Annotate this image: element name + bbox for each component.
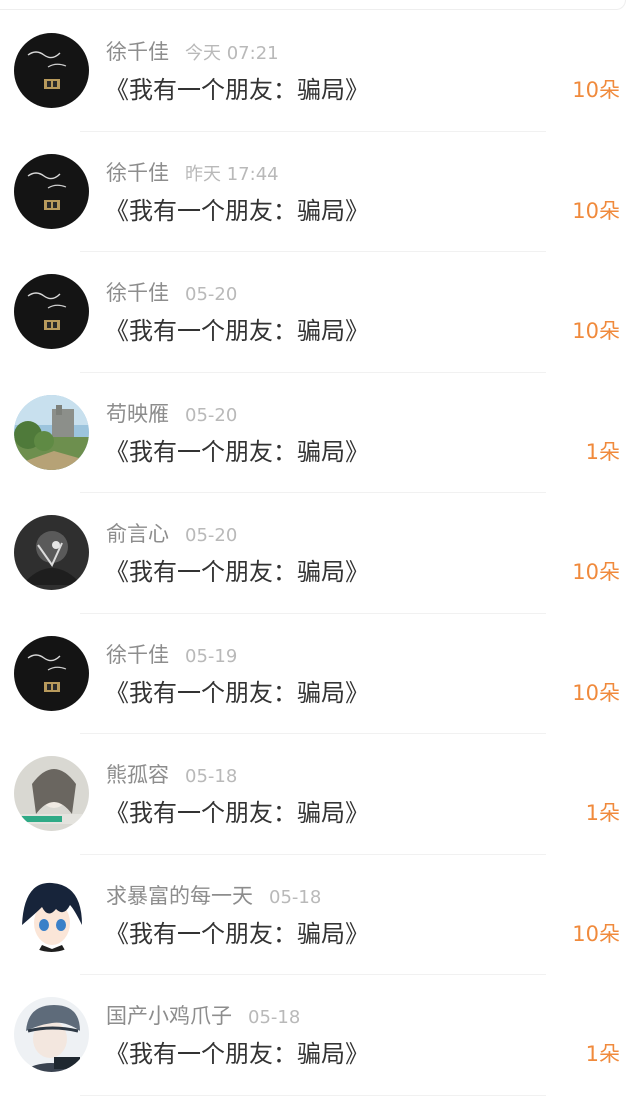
list-item[interactable]: 国产小鸡爪子 05-18 《我有一个朋友：骗局》 1朵 bbox=[0, 975, 640, 1096]
username[interactable]: 苟映雁 bbox=[106, 402, 169, 426]
username[interactable]: 徐千佳 bbox=[106, 281, 169, 305]
gift-amount: 10朵 bbox=[572, 78, 620, 102]
avatar[interactable] bbox=[14, 635, 89, 711]
work-title[interactable]: 《我有一个朋友：骗局》 bbox=[105, 1037, 369, 1071]
gift-amount: 1朵 bbox=[585, 439, 620, 464]
timestamp: 05-20 bbox=[185, 404, 238, 426]
work-title[interactable]: 《我有一个朋友：骗局》 bbox=[105, 73, 369, 107]
list-item[interactable]: 徐千佳 05-20 《我有一个朋友：骗局》 10朵 bbox=[0, 252, 640, 373]
work-title[interactable]: 《我有一个朋友：骗局》 bbox=[105, 555, 369, 589]
record-meta: 国产小鸡爪子 05-18 bbox=[106, 1002, 300, 1030]
username[interactable]: 徐千佳 bbox=[106, 40, 169, 64]
timestamp: 05-19 bbox=[185, 645, 238, 667]
gift-amount: 10朵 bbox=[572, 680, 620, 705]
avatar[interactable] bbox=[14, 33, 89, 108]
gift-amount: 1朵 bbox=[585, 801, 620, 825]
record-meta: 徐千佳 昨天 17:44 bbox=[106, 159, 279, 187]
list-item[interactable]: 徐千佳 昨天 17:44 《我有一个朋友：骗局》 10朵 bbox=[0, 132, 640, 252]
record-meta: 徐千佳 05-20 bbox=[106, 279, 237, 307]
record-meta: 俞言心 05-20 bbox=[106, 520, 237, 548]
record-meta: 徐千佳 今天 07:21 bbox=[106, 38, 279, 66]
avatar[interactable] bbox=[14, 876, 89, 952]
gift-amount: 1朵 bbox=[585, 1042, 620, 1066]
gift-record-list: 徐千佳 今天 07:21 《我有一个朋友：骗局》 10朵 徐千佳 昨天 17:44 bbox=[0, 11, 640, 1096]
gift-record-page: 徐千佳 今天 07:21 《我有一个朋友：骗局》 10朵 徐千佳 昨天 17:44 bbox=[0, 0, 640, 1101]
list-item[interactable]: 俞言心 05-20 《我有一个朋友：骗局》 10朵 bbox=[0, 493, 640, 614]
timestamp: 05-18 bbox=[185, 766, 238, 787]
work-title[interactable]: 《我有一个朋友：骗局》 bbox=[105, 435, 369, 469]
top-card-edge bbox=[0, 0, 626, 10]
timestamp: 昨天 17:44 bbox=[185, 163, 279, 185]
avatar[interactable] bbox=[14, 756, 89, 831]
avatar[interactable] bbox=[14, 515, 89, 590]
username[interactable]: 徐千佳 bbox=[106, 643, 169, 667]
work-title[interactable]: 《我有一个朋友：骗局》 bbox=[105, 796, 369, 830]
list-item[interactable]: 求暴富的每一天 05-18 《我有一个朋友：骗局》 10朵 bbox=[0, 855, 640, 975]
avatar[interactable] bbox=[14, 274, 89, 349]
record-meta: 苟映雁 05-20 bbox=[106, 400, 237, 428]
username[interactable]: 俞言心 bbox=[106, 522, 169, 546]
timestamp: 05-20 bbox=[185, 284, 238, 305]
record-meta: 徐千佳 05-19 bbox=[106, 641, 237, 669]
username[interactable]: 国产小鸡爪子 bbox=[106, 1004, 232, 1028]
username[interactable]: 徐千佳 bbox=[106, 161, 169, 185]
list-item[interactable]: 熊孤容 05-18 《我有一个朋友：骗局》 1朵 bbox=[0, 734, 640, 855]
record-meta: 求暴富的每一天 05-18 bbox=[106, 882, 321, 910]
work-title[interactable]: 《我有一个朋友：骗局》 bbox=[105, 917, 369, 951]
gift-amount: 10朵 bbox=[572, 319, 620, 343]
avatar[interactable] bbox=[14, 394, 89, 470]
list-item[interactable]: 苟映雁 05-20 《我有一个朋友：骗局》 1朵 bbox=[0, 373, 640, 493]
work-title[interactable]: 《我有一个朋友：骗局》 bbox=[105, 314, 369, 348]
username[interactable]: 求暴富的每一天 bbox=[106, 884, 253, 908]
timestamp: 05-20 bbox=[185, 525, 238, 546]
gift-amount: 10朵 bbox=[572, 921, 620, 946]
timestamp: 05-18 bbox=[248, 1007, 301, 1028]
list-item[interactable]: 徐千佳 今天 07:21 《我有一个朋友：骗局》 10朵 bbox=[0, 11, 640, 132]
list-item[interactable]: 徐千佳 05-19 《我有一个朋友：骗局》 10朵 bbox=[0, 614, 640, 734]
divider bbox=[80, 1094, 546, 1096]
record-meta: 熊孤容 05-18 bbox=[106, 761, 237, 789]
username[interactable]: 熊孤容 bbox=[106, 763, 169, 787]
work-title[interactable]: 《我有一个朋友：骗局》 bbox=[105, 194, 369, 228]
gift-amount: 10朵 bbox=[572, 198, 620, 223]
work-title[interactable]: 《我有一个朋友：骗局》 bbox=[105, 676, 369, 710]
timestamp: 今天 07:21 bbox=[185, 43, 279, 64]
timestamp: 05-18 bbox=[269, 886, 322, 908]
gift-amount: 10朵 bbox=[572, 560, 620, 584]
avatar[interactable] bbox=[14, 153, 89, 229]
avatar[interactable] bbox=[14, 997, 89, 1072]
